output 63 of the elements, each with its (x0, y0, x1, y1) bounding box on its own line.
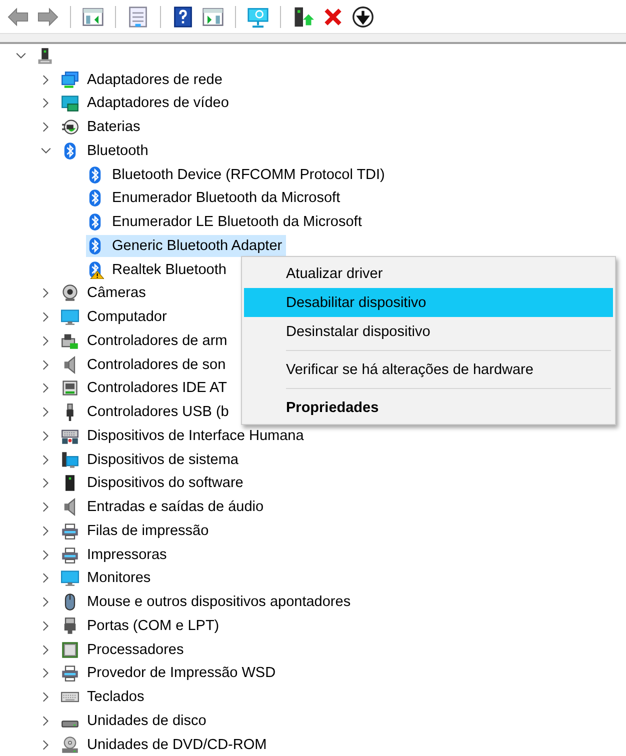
tree-item[interactable]: Enumerador LE Bluetooth da Microsoft (112, 212, 362, 232)
menu-item[interactable]: Desinstalar dispositivo (244, 317, 613, 346)
tree-item[interactable]: Baterias (87, 117, 140, 138)
network-monitors-icon (61, 70, 79, 89)
printer-icon (61, 546, 79, 564)
down-arrow-circle-icon (352, 6, 374, 28)
battery-plug-icon (61, 118, 79, 136)
display-card-icon (61, 94, 79, 112)
computer-tower-icon (36, 46, 54, 65)
chip-icon (61, 640, 79, 659)
tree-item[interactable]: Controladores USB (b (87, 402, 229, 422)
tree-item[interactable]: Entradas e saídas de áudio (87, 497, 264, 518)
disk-drive-icon (61, 720, 79, 728)
window-panel-icon (202, 6, 224, 28)
document-icon-button[interactable] (126, 4, 150, 28)
tree-item[interactable]: Mouse e outros dispositivos apontadores (87, 592, 351, 612)
storage-controller-icon (61, 332, 79, 350)
tree-item[interactable]: Provedor de Impressão WSD (87, 663, 276, 684)
tree-item[interactable]: Adaptadores de rede (87, 70, 222, 90)
tree-item[interactable]: Enumerador Bluetooth da Microsoft (112, 188, 340, 208)
controller-card-icon (61, 379, 79, 398)
tree-item[interactable]: Adaptadores de vídeo (87, 93, 229, 114)
printer-icon (61, 664, 79, 682)
down-arrow-circle-icon-button[interactable] (351, 4, 375, 28)
tree-item-label: Generic Bluetooth Adapter (112, 236, 282, 256)
tree-item[interactable]: Bluetooth Device (RFCOMM Protocol TDI) (112, 164, 385, 185)
tree-item[interactable]: Bluetooth (87, 140, 148, 161)
selected-tree-item[interactable]: Generic Bluetooth Adapter (86, 234, 286, 257)
forward-arrow-icon (37, 6, 59, 28)
tree-item[interactable]: Processadores (87, 640, 184, 660)
window-panel-icon (82, 6, 104, 28)
tree-item[interactable]: Controladores de arm (87, 330, 228, 351)
webcam-icon (61, 284, 79, 302)
menu-item[interactable]: Verificar se há alterações de hardware (244, 355, 613, 384)
tree-item[interactable]: Computador (87, 307, 167, 328)
tree-item[interactable]: Controladores IDE AT (87, 378, 227, 398)
menu-item[interactable]: Desabilitar dispositivo (244, 288, 613, 317)
back-arrow-icon (7, 6, 29, 28)
tree-item[interactable]: Câmeras (87, 283, 146, 304)
tree-item[interactable]: Monitores (87, 568, 151, 588)
tree-item[interactable]: Filas de impressão (87, 520, 209, 541)
help-icon (172, 6, 194, 28)
menu-item[interactable]: Atualizar driver (244, 259, 613, 288)
optical-drive-icon (61, 736, 79, 754)
tree-item[interactable]: Realtek Bluetooth (112, 260, 226, 280)
monitor-icon (61, 308, 79, 326)
tree-item[interactable]: Controladores de son (87, 354, 226, 375)
monitor-magnifier-icon (247, 6, 269, 28)
tree-item[interactable]: Dispositivos de Interface Humana (87, 426, 304, 446)
help-icon-button[interactable] (171, 4, 195, 28)
tree-item[interactable]: Dispositivos de sistema (87, 450, 238, 470)
tree-item[interactable]: Impressoras (87, 544, 167, 565)
tree-item[interactable]: Unidades de DVD/CD-ROM (87, 734, 267, 755)
printer-icon (61, 522, 79, 540)
tower-up-arrow-icon (292, 6, 314, 28)
system-tower-icon (61, 450, 79, 469)
document-icon (127, 6, 149, 28)
tree-item[interactable]: Unidades de disco (87, 710, 206, 731)
tree-item[interactable]: Portas (COM e LPT) (87, 616, 220, 636)
monitor-icon (61, 569, 79, 588)
tree-item[interactable]: Teclados (87, 687, 144, 708)
menu-item[interactable]: Propriedades (244, 393, 613, 422)
tree-item[interactable]: Dispositivos do software (87, 473, 244, 494)
